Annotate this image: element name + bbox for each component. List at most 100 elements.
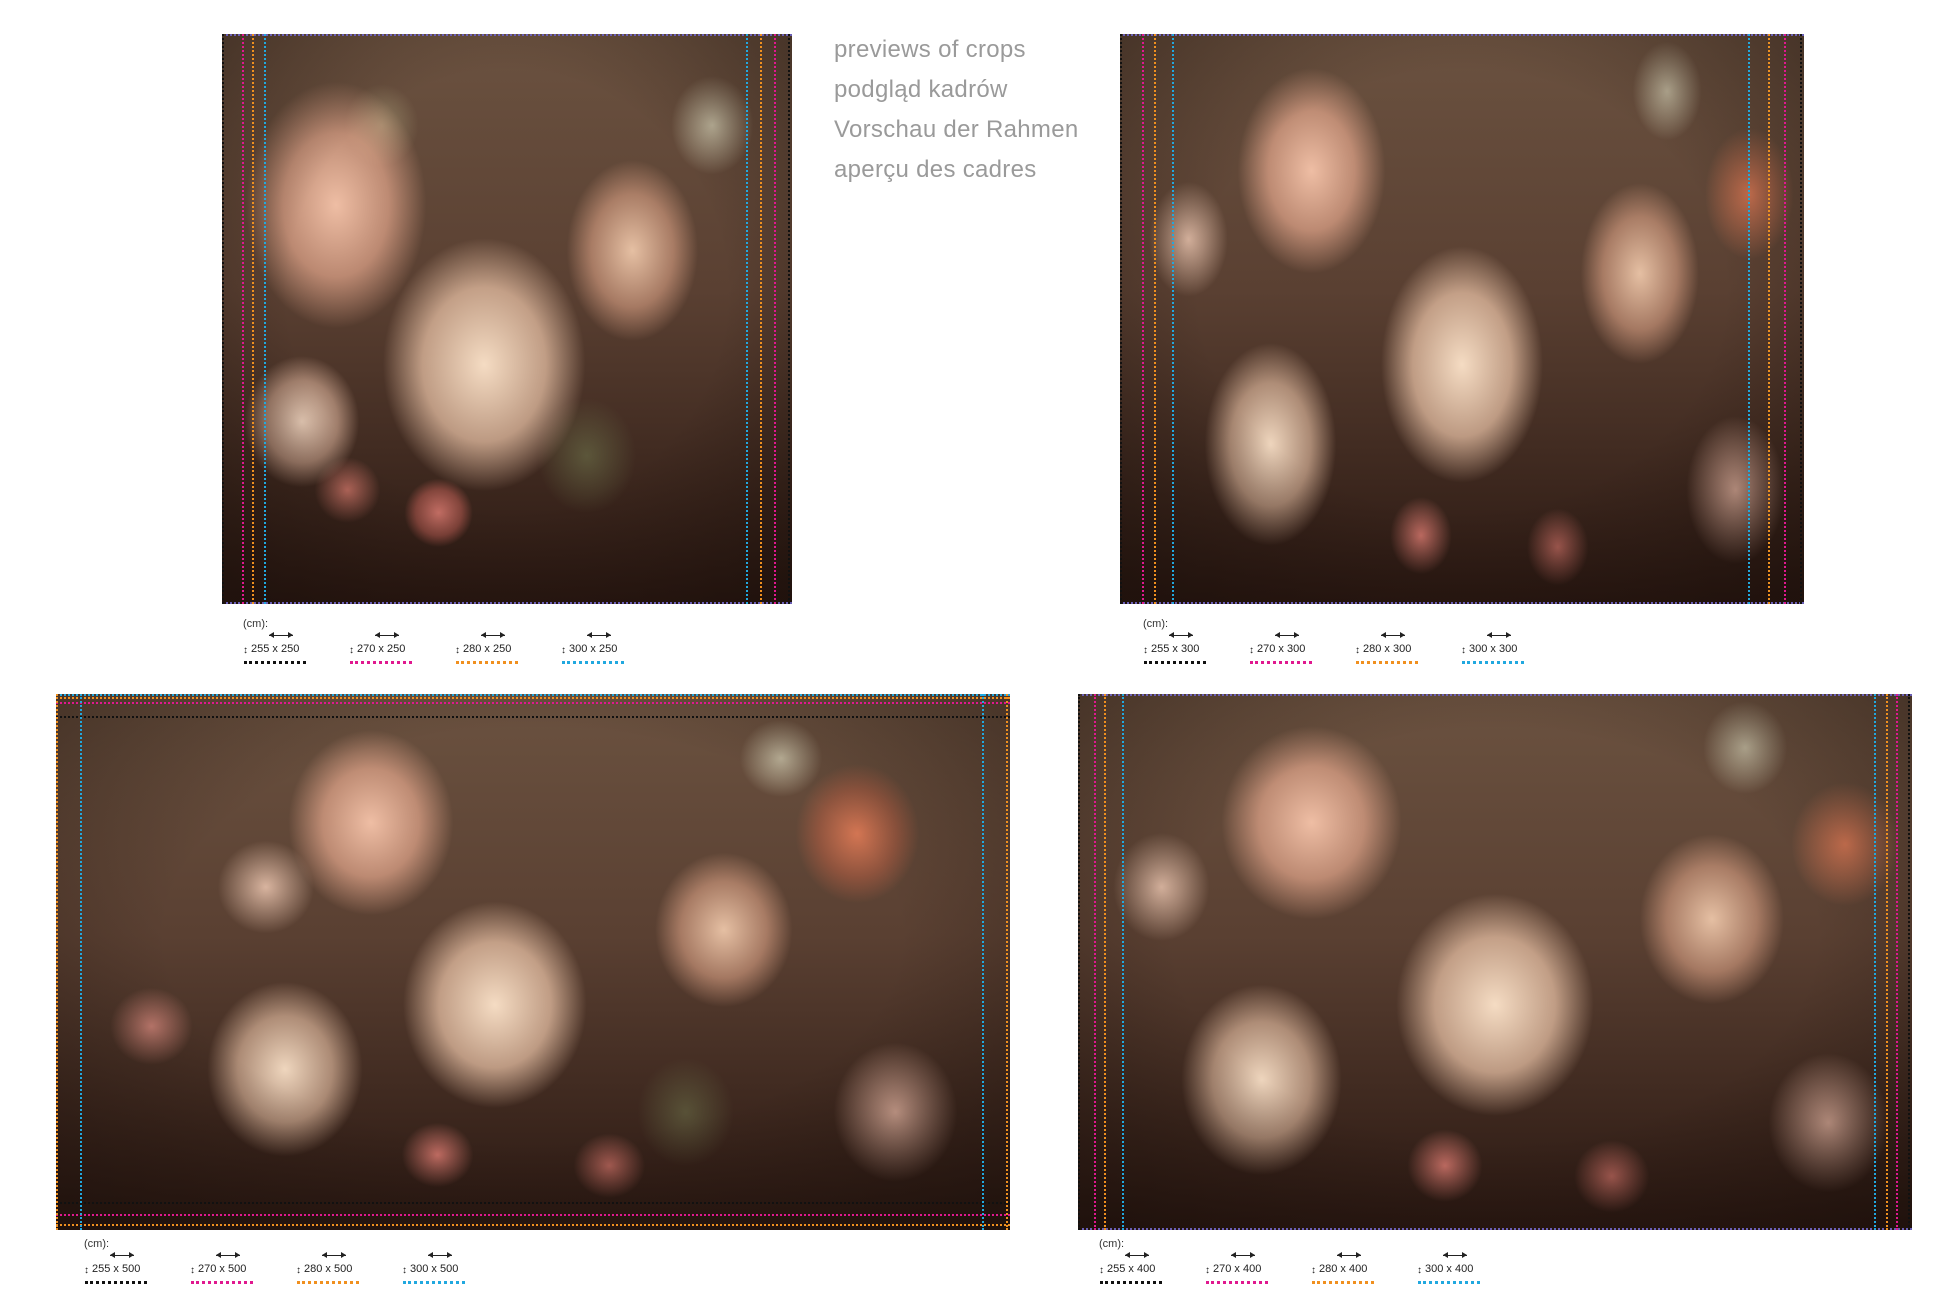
legend-item-orange: ↕ 280 x 500 [296, 1252, 402, 1285]
crop-preview-500 [56, 694, 1010, 1230]
dotted-swatch-black [1144, 661, 1206, 664]
vertical-dimension-arrow-icon: ↕ [1099, 1265, 1104, 1276]
crop-line-300-left [1122, 694, 1124, 1230]
size-label: 280 x 300 [1363, 643, 1412, 655]
legend-item-pink: ↕ 270 x 500 [190, 1252, 296, 1285]
legend-item-blue: ↕ 300 x 500 [402, 1252, 508, 1285]
frame-top-edge [222, 34, 792, 36]
frame-top-edge [1078, 694, 1912, 696]
dotted-swatch-blue [1462, 661, 1524, 664]
size-label: 255 x 500 [92, 1263, 141, 1275]
vertical-dimension-arrow-icon: ↕ [349, 645, 354, 656]
crop-preview-400 [1078, 694, 1912, 1230]
dotted-swatch-pink [1206, 1281, 1268, 1284]
vertical-dimension-arrow-icon: ↕ [84, 1265, 89, 1276]
crop-line-top-280 [56, 697, 1010, 699]
crop-line-270-right [774, 34, 776, 604]
size-label: 300 x 300 [1469, 643, 1518, 655]
size-legend-300: (cm): ↕ 255 x 300 ↕ 270 x 300 ↕ 280 x 30… [1143, 618, 1567, 665]
frame-bottom-edge [1078, 1228, 1912, 1230]
caption-line-de: Vorschau der Rahmen [834, 116, 1079, 143]
legend-item-orange: ↕ 280 x 400 [1311, 1252, 1417, 1285]
size-label: 280 x 500 [304, 1263, 353, 1275]
vertical-dimension-arrow-icon: ↕ [1143, 645, 1148, 656]
crop-line-300-left [1172, 34, 1174, 604]
crop-line-255-right [1908, 694, 1910, 1230]
vertical-dimension-arrow-icon: ↕ [1311, 1265, 1316, 1276]
frame-bottom-edge [1120, 602, 1804, 604]
size-label: 255 x 300 [1151, 643, 1200, 655]
crop-line-280-right [1886, 694, 1888, 1230]
legend-item-pink: ↕ 270 x 250 [349, 632, 455, 665]
caption-line-pl: podgląd kadrów [834, 76, 1008, 103]
vertical-dimension-arrow-icon: ↕ [190, 1265, 195, 1276]
caption-line-en: previews of crops [834, 36, 1026, 63]
size-label: 255 x 250 [251, 643, 300, 655]
crop-line-top-270 [56, 702, 1010, 704]
legend-item-black: ↕ 255 x 500 [84, 1252, 190, 1285]
crop-line-300-left [80, 694, 82, 1230]
legend-item-blue: ↕ 300 x 250 [561, 632, 667, 665]
size-label: 300 x 500 [410, 1263, 459, 1275]
crop-line-255-left [222, 34, 224, 604]
crop-line-270-right [1784, 34, 1786, 604]
unit-label: (cm): [243, 618, 269, 630]
unit-label: (cm): [84, 1238, 110, 1250]
crop-line-255-right [1800, 34, 1802, 604]
size-label: 300 x 250 [569, 643, 618, 655]
unit-label: (cm): [1143, 618, 1169, 630]
crop-preview-caption: previews of crops podgląd kadrów Vorscha… [834, 30, 1079, 190]
dotted-swatch-pink [350, 661, 412, 664]
crop-line-top-255 [56, 716, 1010, 718]
vertical-dimension-arrow-icon: ↕ [402, 1265, 407, 1276]
dotted-swatch-blue [403, 1281, 465, 1284]
vertical-dimension-arrow-icon: ↕ [455, 645, 460, 656]
legend-item-blue: ↕ 300 x 400 [1417, 1252, 1523, 1285]
vertical-dimension-arrow-icon: ↕ [1205, 1265, 1210, 1276]
caption-line-fr: aperçu des cadres [834, 156, 1037, 183]
dotted-swatch-orange [1312, 1281, 1374, 1284]
crop-line-270-right [1896, 694, 1898, 1230]
vertical-dimension-arrow-icon: ↕ [1355, 645, 1360, 656]
crop-line-280-left [252, 34, 254, 604]
legend-item-black: ↕ 255 x 400 [1099, 1252, 1205, 1285]
dotted-swatch-black [85, 1281, 147, 1284]
legend-item-pink: ↕ 270 x 300 [1249, 632, 1355, 665]
crop-line-300-right [746, 34, 748, 604]
crop-line-280-left [1104, 694, 1106, 1230]
unit-label: (cm): [1099, 1238, 1125, 1250]
crop-line-bottom-280 [56, 1224, 1010, 1226]
crop-line-280-left [1154, 34, 1156, 604]
vertical-dimension-arrow-icon: ↕ [561, 645, 566, 656]
crop-line-side-left [56, 694, 58, 1230]
frame-bottom-edge [222, 602, 792, 604]
crop-line-255-right [788, 34, 790, 604]
legend-item-black: ↕ 255 x 250 [243, 632, 349, 665]
crop-preview-250 [222, 34, 792, 604]
crop-line-300-left [264, 34, 266, 604]
crop-line-270-left [242, 34, 244, 604]
crop-line-255-left [1120, 34, 1122, 604]
size-legend-250: (cm): ↕ 255 x 250 ↕ 270 x 250 ↕ 280 x 25… [243, 618, 667, 665]
crop-line-280-right [1768, 34, 1770, 604]
size-label: 280 x 250 [463, 643, 512, 655]
crop-line-top-300 [56, 694, 1010, 696]
vertical-dimension-arrow-icon: ↕ [1249, 645, 1254, 656]
dotted-swatch-blue [1418, 1281, 1480, 1284]
dotted-swatch-blue [562, 661, 624, 664]
dotted-swatch-pink [191, 1281, 253, 1284]
size-label: 280 x 400 [1319, 1263, 1368, 1275]
vertical-dimension-arrow-icon: ↕ [243, 645, 248, 656]
dotted-swatch-black [1100, 1281, 1162, 1284]
crop-line-bottom-255 [56, 1202, 1010, 1204]
size-label: 255 x 400 [1107, 1263, 1156, 1275]
vertical-dimension-arrow-icon: ↕ [1417, 1265, 1422, 1276]
dotted-swatch-orange [297, 1281, 359, 1284]
legend-item-black: ↕ 255 x 300 [1143, 632, 1249, 665]
size-legend-500: (cm): ↕ 255 x 500 ↕ 270 x 500 ↕ 280 x 50… [84, 1238, 508, 1285]
legend-item-orange: ↕ 280 x 300 [1355, 632, 1461, 665]
dotted-swatch-black [244, 661, 306, 664]
crop-line-side-right [1006, 694, 1008, 1230]
size-label: 300 x 400 [1425, 1263, 1474, 1275]
crop-line-255-left [1078, 694, 1080, 1230]
